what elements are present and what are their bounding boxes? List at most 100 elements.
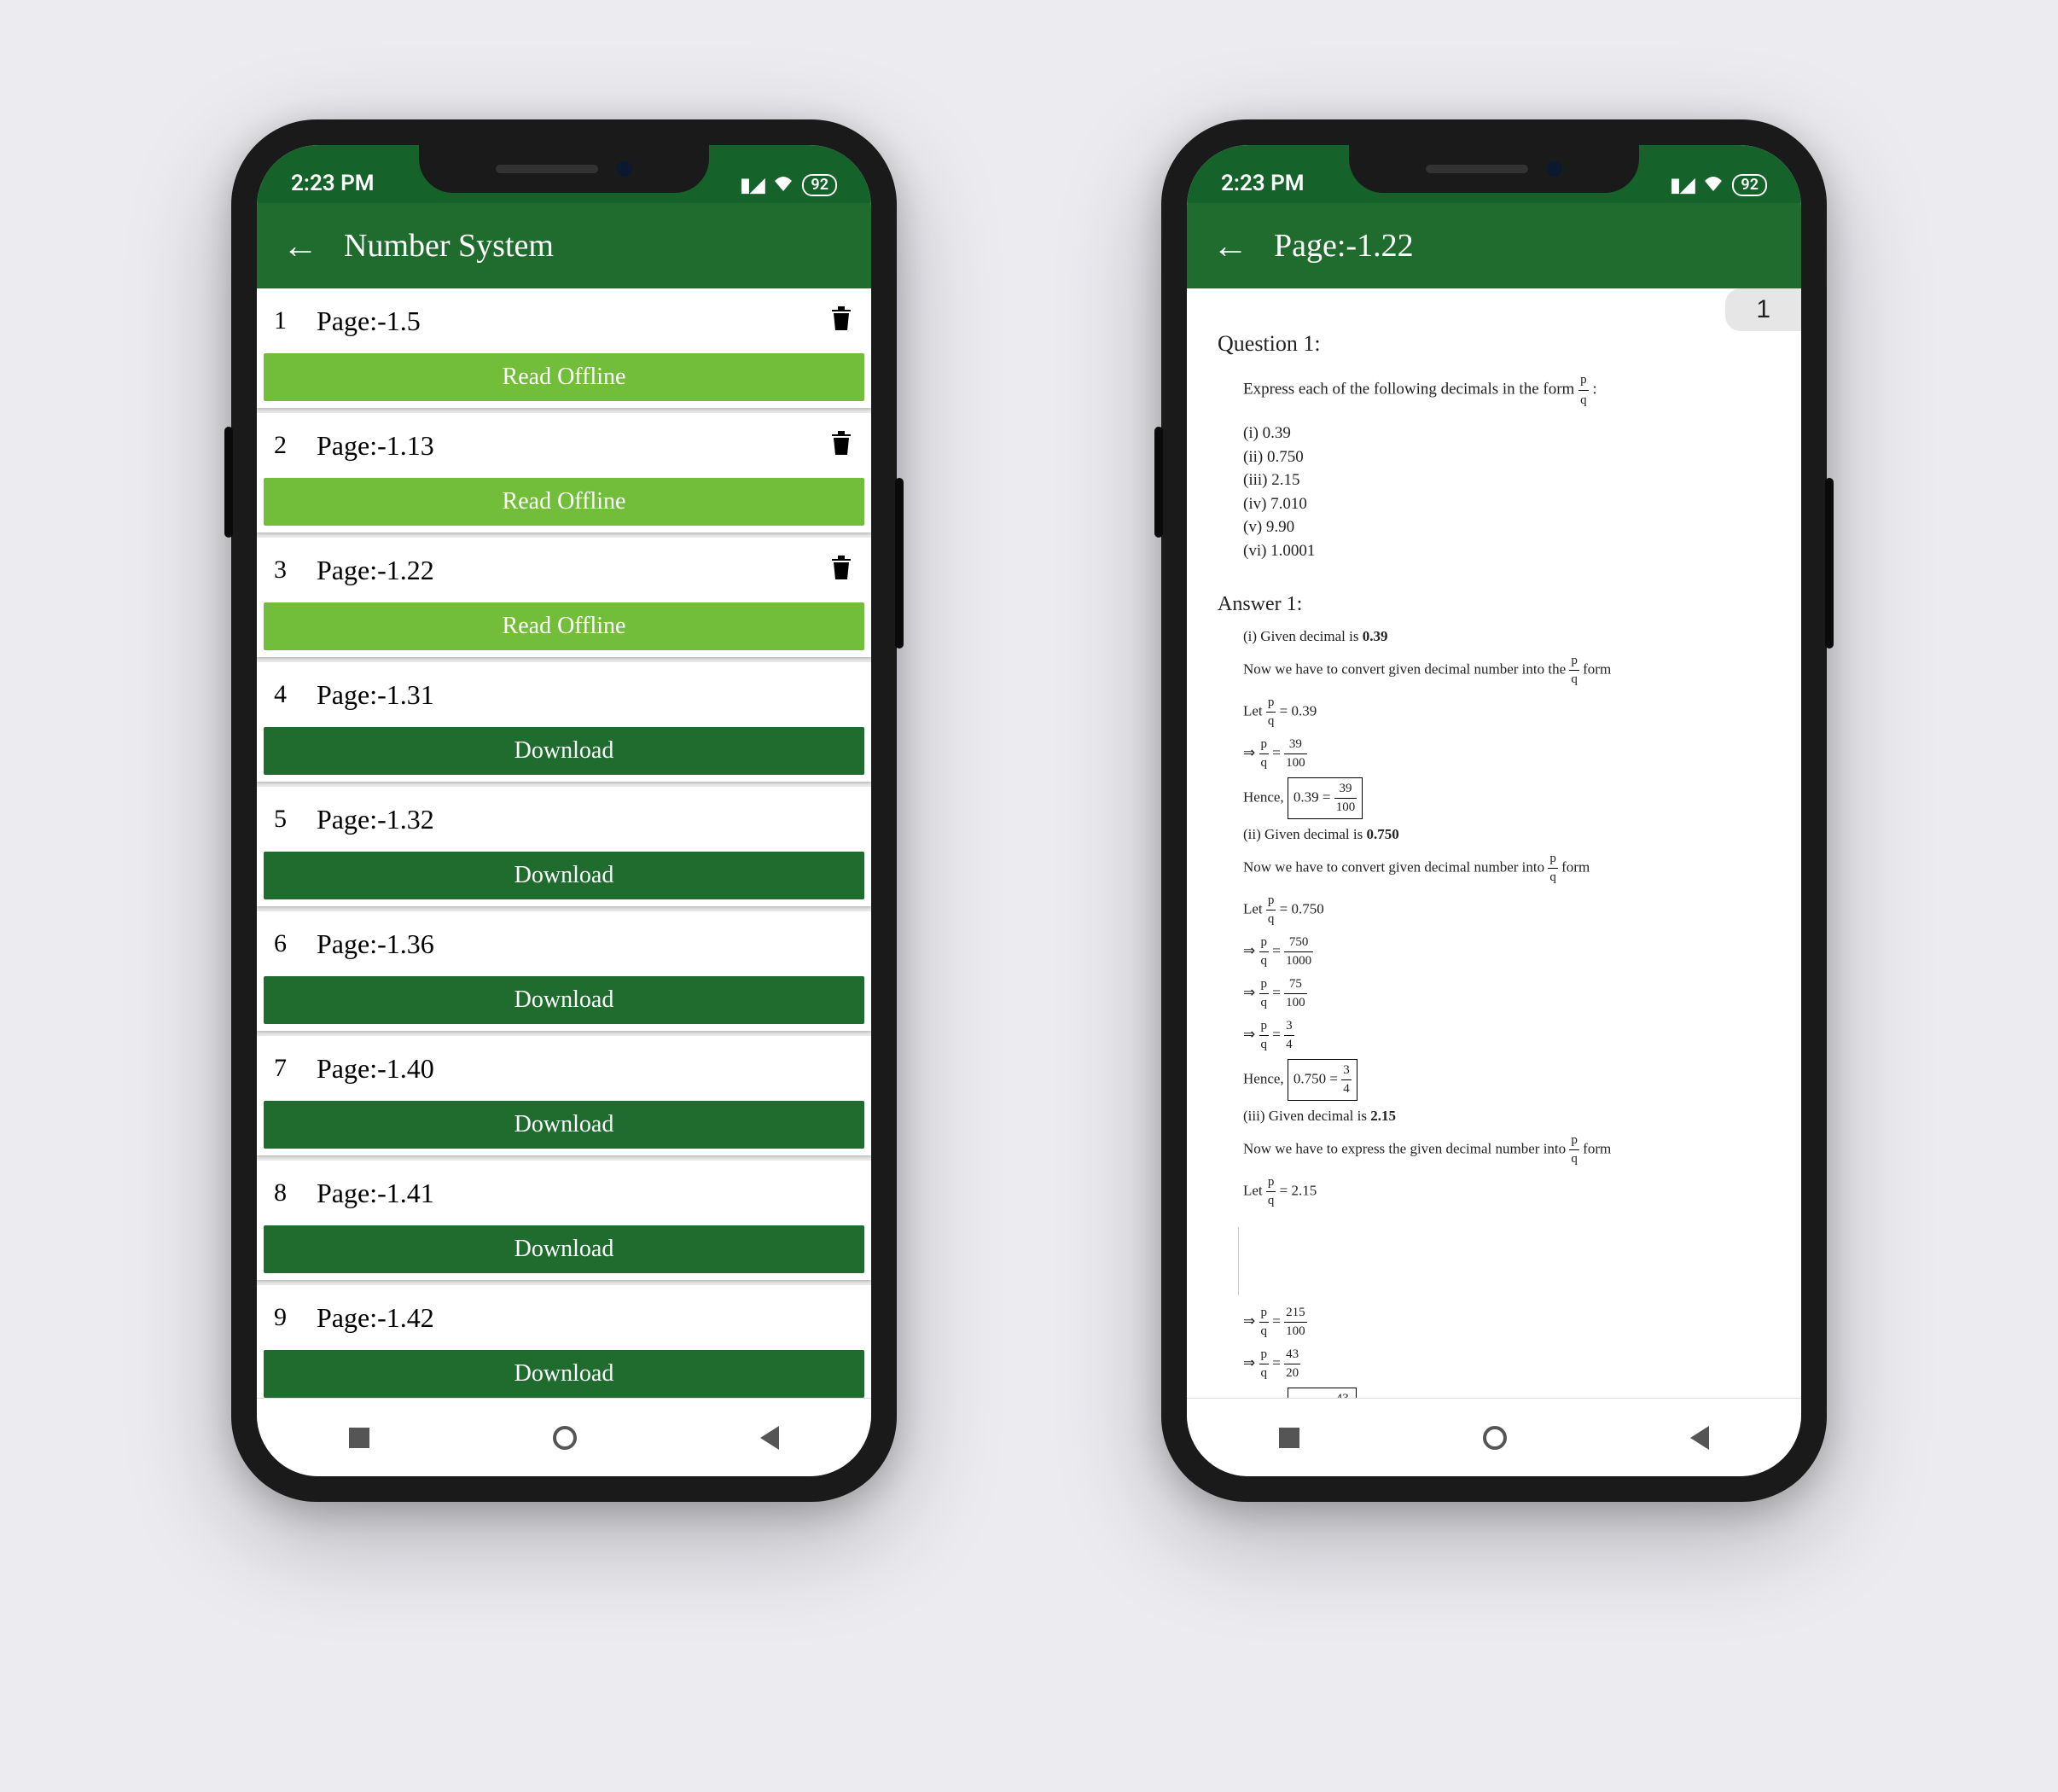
page-label: Page:-1.31 bbox=[308, 679, 854, 711]
answer-line: ⇒ pq = 4320 bbox=[1243, 1346, 1770, 1382]
page-label: Page:-1.42 bbox=[308, 1302, 854, 1334]
nav-home-icon[interactable] bbox=[553, 1426, 577, 1450]
page-index: 8 bbox=[274, 1178, 308, 1207]
page-label: Page:-1.36 bbox=[308, 928, 854, 960]
question-part: (iii) 2.15 bbox=[1243, 468, 1770, 492]
page-card-header[interactable]: 7Page:-1.40 bbox=[257, 1036, 871, 1101]
page-card: 4Page:-1.31Download bbox=[257, 662, 871, 782]
answer-line: ⇒ pq = 7501000 bbox=[1243, 934, 1770, 970]
download-button[interactable]: Download bbox=[264, 852, 864, 899]
answer-line: Hence, 0.39 = 39100 bbox=[1243, 777, 1770, 819]
page-card-header[interactable]: 5Page:-1.32 bbox=[257, 787, 871, 852]
trash-icon[interactable] bbox=[828, 552, 854, 589]
content-gap bbox=[1238, 1227, 1770, 1295]
read-offline-button[interactable]: Read Offline bbox=[264, 478, 864, 526]
nav-home-icon[interactable] bbox=[1483, 1426, 1507, 1450]
trash-icon[interactable] bbox=[828, 303, 854, 340]
page-card-header[interactable]: 9Page:-1.42 bbox=[257, 1285, 871, 1350]
android-nav-bar bbox=[257, 1398, 871, 1476]
answer-heading: Answer 1: bbox=[1218, 593, 1770, 616]
wifi-icon bbox=[773, 174, 794, 196]
page-index: 6 bbox=[274, 929, 308, 958]
page-card-header[interactable]: 3Page:-1.22 bbox=[257, 538, 871, 602]
answer-line: Now we have to convert given decimal num… bbox=[1243, 652, 1770, 689]
answer-line: Now we have to convert given decimal num… bbox=[1243, 850, 1770, 887]
answer-line: ⇒ pq = 75100 bbox=[1243, 975, 1770, 1012]
page-card: 8Page:-1.41Download bbox=[257, 1161, 871, 1280]
page-card: 7Page:-1.40Download bbox=[257, 1036, 871, 1155]
page-index: 2 bbox=[274, 431, 308, 460]
answer-line: ⇒ pq = 39100 bbox=[1243, 736, 1770, 772]
trash-icon[interactable] bbox=[828, 428, 854, 464]
page-label: Page:-1.41 bbox=[308, 1178, 854, 1209]
page-index: 4 bbox=[274, 680, 308, 709]
answer-line: Let pq = 0.750 bbox=[1243, 892, 1770, 928]
back-arrow-icon[interactable]: ← bbox=[282, 225, 318, 267]
download-button[interactable]: Download bbox=[264, 1101, 864, 1149]
phone-notch bbox=[1349, 145, 1639, 193]
wifi-icon bbox=[1703, 174, 1724, 196]
nav-back-icon[interactable] bbox=[760, 1426, 779, 1450]
page-card-header[interactable]: 4Page:-1.31 bbox=[257, 662, 871, 727]
answer-line: Let pq = 2.15 bbox=[1243, 1173, 1770, 1210]
battery-indicator: 92 bbox=[802, 174, 837, 196]
question-part: (v) 9.90 bbox=[1243, 515, 1770, 539]
app-header: ← Page:-1.22 bbox=[1187, 203, 1801, 288]
download-button[interactable]: Download bbox=[264, 1225, 864, 1273]
nav-back-icon[interactable] bbox=[1690, 1426, 1709, 1450]
question-parts-list: (i) 0.39(ii) 0.750(iii) 2.15(iv) 7.010(v… bbox=[1218, 422, 1770, 562]
page-index: 5 bbox=[274, 805, 308, 834]
page-card: 3Page:-1.22Read Offline bbox=[257, 538, 871, 657]
download-button[interactable]: Download bbox=[264, 976, 864, 1024]
read-offline-button[interactable]: Read Offline bbox=[264, 602, 864, 650]
page-index: 9 bbox=[274, 1303, 308, 1332]
page-label: Page:-1.22 bbox=[308, 555, 828, 586]
answer-line: (i) Given decimal is 0.39 bbox=[1243, 626, 1770, 647]
phone-device-right: 2:23 PM ▮◢ 92 ← Page:-1.22 1 Question 1:… bbox=[1161, 119, 1827, 1502]
status-time: 2:23 PM bbox=[291, 171, 375, 196]
page-number-badge: 1 bbox=[1725, 288, 1801, 331]
page-index: 7 bbox=[274, 1054, 308, 1083]
answer-line: Hence, 2.15 = 4320 bbox=[1243, 1388, 1770, 1398]
page-index: 1 bbox=[274, 306, 308, 335]
nav-recent-icon[interactable] bbox=[1279, 1428, 1299, 1448]
page-label: Page:-1.32 bbox=[308, 804, 854, 835]
answer-line: (ii) Given decimal is 0.750 bbox=[1243, 824, 1770, 845]
screen: 2:23 PM ▮◢ 92 ← Page:-1.22 1 Question 1:… bbox=[1187, 145, 1801, 1476]
page-card: 6Page:-1.36Download bbox=[257, 911, 871, 1031]
question-text: Express each of the following decimals i… bbox=[1218, 370, 1770, 410]
android-nav-bar bbox=[1187, 1398, 1801, 1476]
battery-indicator: 92 bbox=[1732, 174, 1767, 196]
question-part: (ii) 0.750 bbox=[1243, 445, 1770, 469]
page-card-header[interactable]: 6Page:-1.36 bbox=[257, 911, 871, 976]
answer-line: ⇒ pq = 215100 bbox=[1243, 1304, 1770, 1341]
phone-notch bbox=[419, 145, 709, 193]
app-header: ← Number System bbox=[257, 203, 871, 288]
download-button[interactable]: Download bbox=[264, 1350, 864, 1398]
answer-line: ⇒ pq = 34 bbox=[1243, 1017, 1770, 1054]
answer-line: (iii) Given decimal is 2.15 bbox=[1243, 1106, 1770, 1126]
status-icons: ▮◢ 92 bbox=[740, 174, 837, 196]
page-label: Page:-1.13 bbox=[308, 430, 828, 462]
document-viewer[interactable]: 1 Question 1: Express each of the follow… bbox=[1187, 288, 1801, 1398]
back-arrow-icon[interactable]: ← bbox=[1212, 225, 1248, 267]
phone-device-left: 2:23 PM ▮◢ 92 ← Number System 1Page:-1.5… bbox=[231, 119, 897, 1502]
page-card-header[interactable]: 1Page:-1.5 bbox=[257, 288, 871, 353]
page-card-header[interactable]: 8Page:-1.41 bbox=[257, 1161, 871, 1225]
answer-line: Now we have to express the given decimal… bbox=[1243, 1132, 1770, 1168]
status-time: 2:23 PM bbox=[1221, 171, 1305, 196]
download-button[interactable]: Download bbox=[264, 727, 864, 775]
page-card: 9Page:-1.42Download bbox=[257, 1285, 871, 1398]
page-title: Number System bbox=[344, 227, 554, 265]
page-title: Page:-1.22 bbox=[1274, 227, 1414, 265]
answer-line: Hence, 0.750 = 34 bbox=[1243, 1059, 1770, 1101]
nav-recent-icon[interactable] bbox=[349, 1428, 369, 1448]
read-offline-button[interactable]: Read Offline bbox=[264, 353, 864, 401]
page-card-header[interactable]: 2Page:-1.13 bbox=[257, 413, 871, 478]
page-label: Page:-1.40 bbox=[308, 1053, 854, 1085]
question-heading: Question 1: bbox=[1218, 331, 1770, 357]
signal-icon: ▮◢ bbox=[740, 175, 764, 196]
page-list[interactable]: 1Page:-1.5Read Offline2Page:-1.13Read Of… bbox=[257, 288, 871, 1398]
signal-icon: ▮◢ bbox=[1670, 175, 1695, 196]
answer-line: Let pq = 0.39 bbox=[1243, 694, 1770, 730]
